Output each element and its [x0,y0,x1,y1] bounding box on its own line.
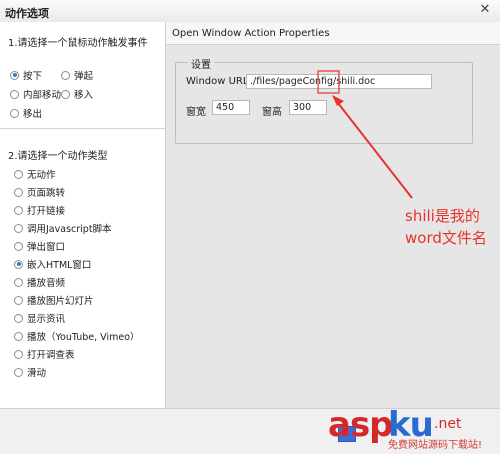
annotation-arrow-line [337,102,413,199]
annotation-text: shili是我的 word文件名 [405,205,487,249]
annotation-line-2: word文件名 [405,229,487,247]
watermark-text-red: asp [328,405,393,445]
watermark-net: .net [434,416,462,432]
annotation-arrow-head [332,95,344,106]
watermark: asp ku .net 免费网站源码下载站! [328,400,498,452]
annotation-line-1: shili是我的 [405,207,480,225]
highlight-box [317,70,340,94]
watermark-sub: 免费网站源码下载站! [388,440,483,451]
